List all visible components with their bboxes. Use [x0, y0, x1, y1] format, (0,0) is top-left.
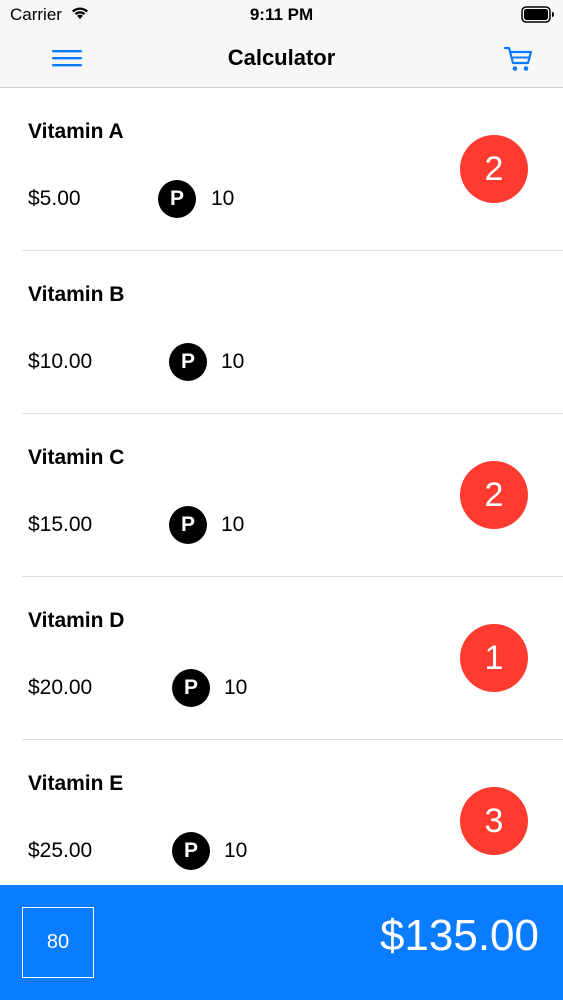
battery-icon: [521, 6, 555, 28]
product-points: 10: [221, 350, 245, 373]
quantity-badge[interactable]: 3: [460, 787, 528, 855]
product-points: 10: [211, 187, 235, 210]
cart-icon: [501, 46, 535, 78]
product-name: Vitamin B: [28, 283, 125, 306]
product-points: 10: [221, 513, 245, 536]
list-item[interactable]: Vitamin A $5.00 P 10 2: [22, 88, 563, 251]
points-icon: P: [172, 832, 210, 870]
list-item[interactable]: Vitamin E $25.00 P 10 3: [22, 740, 563, 902]
product-price: $20.00: [28, 676, 93, 699]
list-item[interactable]: Vitamin C $15.00 P 10 2: [22, 414, 563, 577]
product-list: Vitamin A $5.00 P 10 2 Vitamin B $10.00 …: [0, 88, 563, 902]
list-item[interactable]: Vitamin D $20.00 P 10 1: [22, 577, 563, 740]
navigation-bar: Calculator: [0, 30, 563, 88]
product-points: 10: [224, 839, 248, 862]
product-name: Vitamin C: [28, 446, 125, 469]
quantity-badge[interactable]: 2: [460, 461, 528, 529]
product-price: $15.00: [28, 513, 93, 536]
product-points: 10: [224, 676, 248, 699]
list-item[interactable]: Vitamin B $10.00 P 10: [22, 251, 563, 414]
product-name: Vitamin D: [28, 609, 125, 632]
product-name: Vitamin A: [28, 120, 124, 143]
points-icon: P: [158, 180, 196, 218]
grand-total: $135.00: [379, 911, 539, 960]
calculator-screen: Carrier 9:11 PM Calculator Vitamin A $5.…: [0, 0, 563, 1000]
points-total-box: 80: [22, 907, 94, 978]
points-icon: P: [169, 343, 207, 381]
quantity-badge[interactable]: 1: [460, 624, 528, 692]
points-icon: P: [169, 506, 207, 544]
product-name: Vitamin E: [28, 772, 124, 795]
totals-footer: 80 $135.00: [0, 885, 563, 1000]
product-price: $5.00: [28, 187, 81, 210]
page-title: Calculator: [227, 45, 336, 70]
quantity-badge[interactable]: 2: [460, 135, 528, 203]
status-time: 9:11 PM: [249, 5, 314, 24]
points-icon: P: [172, 669, 210, 707]
product-price: $10.00: [28, 350, 93, 373]
product-price: $25.00: [28, 839, 93, 862]
cart-button[interactable]: [501, 42, 535, 74]
status-bar: Carrier 9:11 PM: [0, 0, 563, 30]
